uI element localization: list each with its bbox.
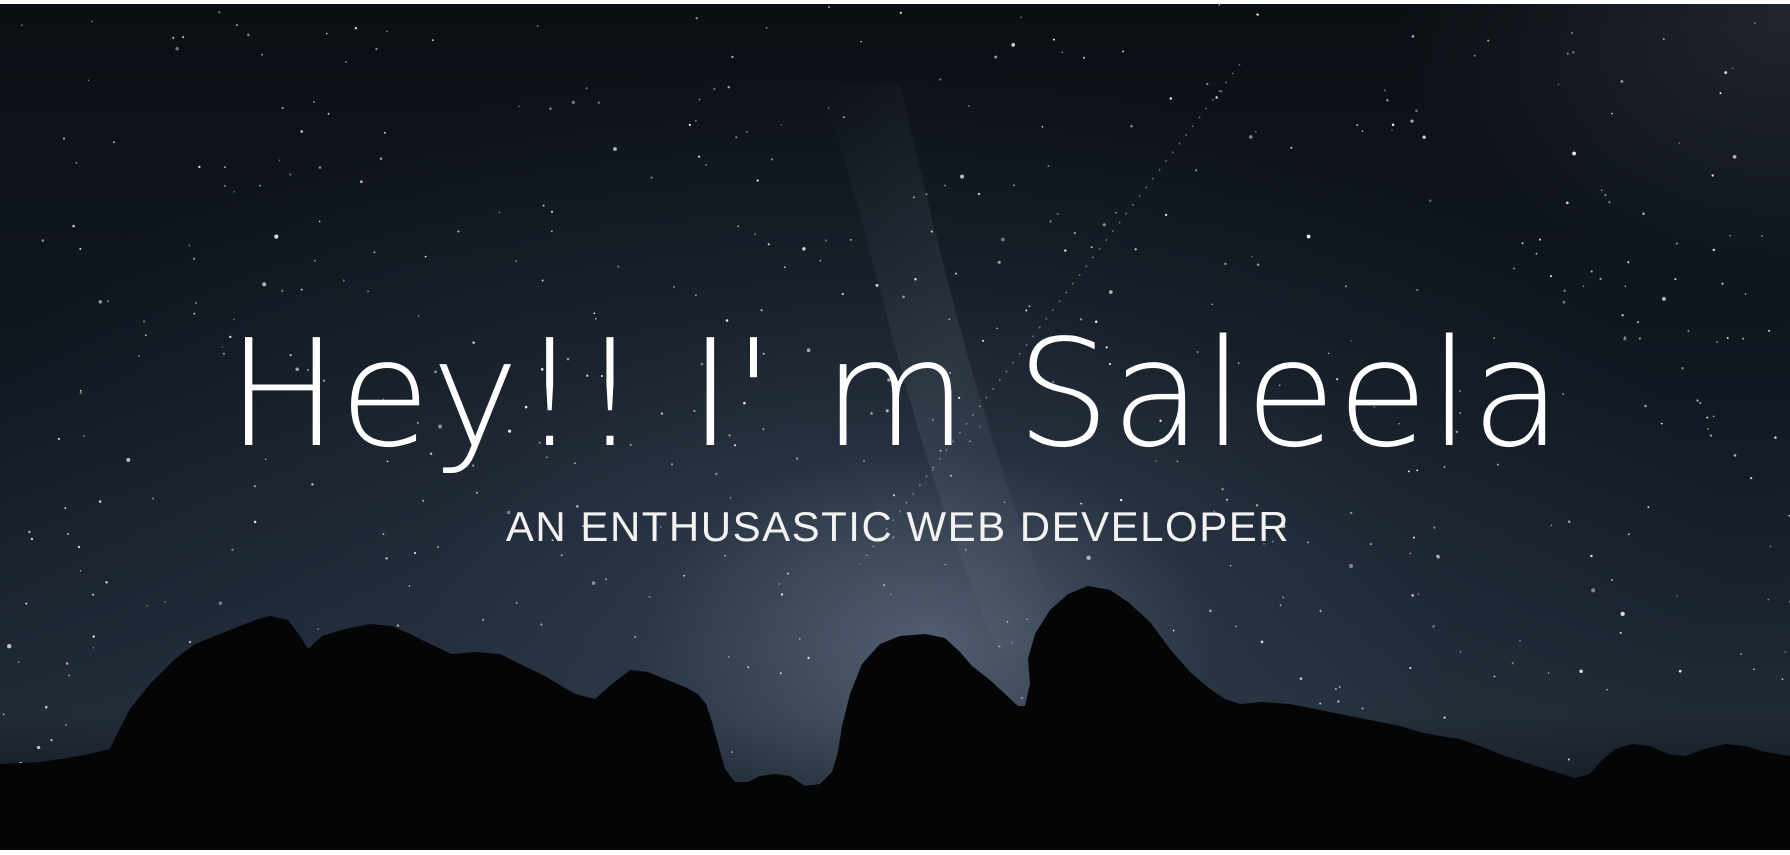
hero-headline: Hey!! I' m Saleela <box>227 308 1563 480</box>
hero-subheadline: AN ENTHUSASTIC WEB DEVELOPER <box>505 503 1291 550</box>
hero-banner: Hey!! I' m Saleela AN ENTHUSASTIC WEB DE… <box>0 4 1790 850</box>
